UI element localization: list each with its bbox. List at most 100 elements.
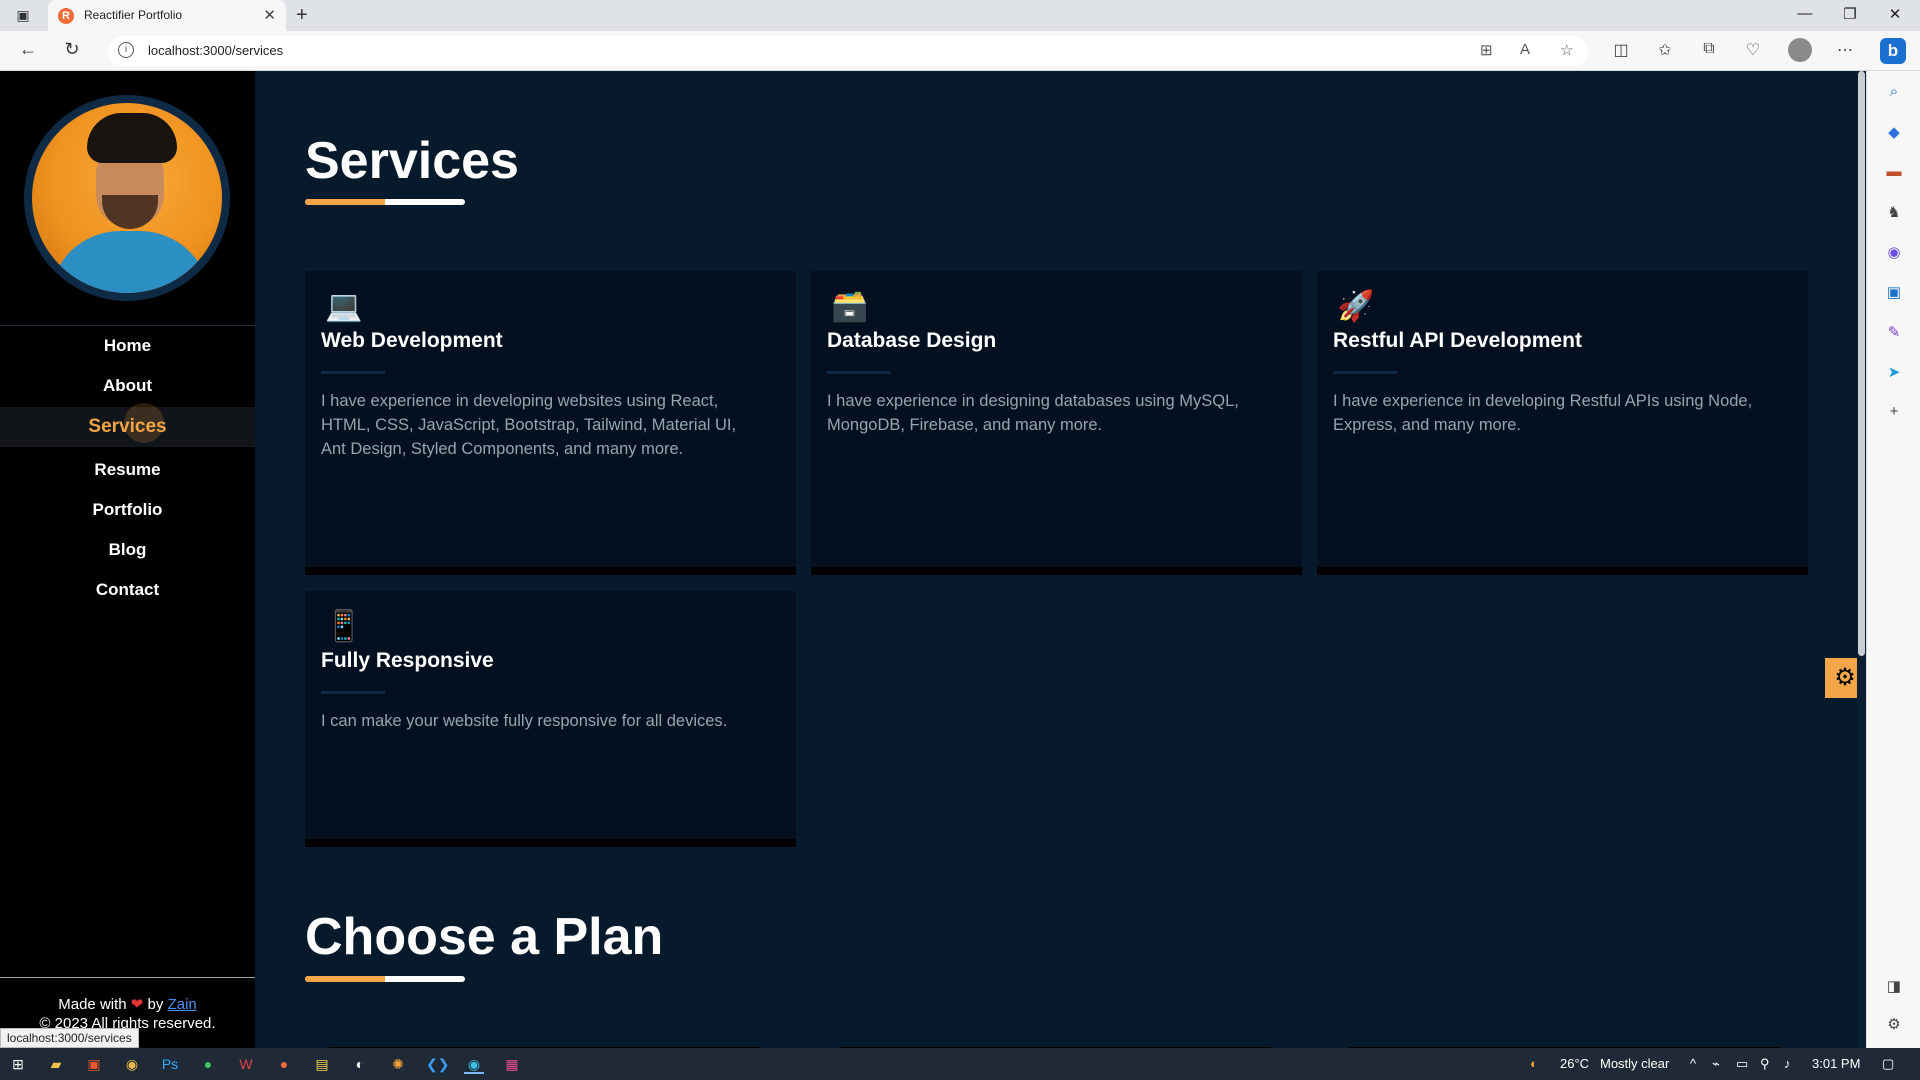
restore-icon[interactable]: ❐ bbox=[1835, 5, 1865, 23]
tab-actions-icon[interactable]: ▣ bbox=[12, 7, 34, 25]
notifications-icon[interactable]: ▢ bbox=[1882, 1056, 1894, 1072]
nav-home[interactable]: Home bbox=[0, 326, 255, 366]
service-card-description: I have experience in designing databases… bbox=[827, 392, 1239, 434]
avatar bbox=[32, 103, 222, 293]
service-card-database: 🗃️ Database Design I have experience in … bbox=[811, 271, 1302, 575]
nav-services-label: Services bbox=[88, 416, 167, 437]
spotify-icon[interactable]: ● bbox=[198, 1054, 218, 1074]
nav-blog[interactable]: Blog bbox=[0, 530, 255, 570]
browser-essentials-icon[interactable]: ♡ bbox=[1742, 40, 1764, 60]
nav-about[interactable]: About bbox=[0, 366, 255, 406]
footer-made-with: Made with bbox=[58, 996, 127, 1013]
mobile-icon: 📱 bbox=[325, 610, 363, 643]
add-sidebar-app-icon[interactable]: + bbox=[1884, 403, 1904, 420]
microsoft-365-icon[interactable]: ◉ bbox=[1884, 243, 1904, 261]
wifi-icon[interactable]: ⚲ bbox=[1760, 1056, 1770, 1072]
nav-contact[interactable]: Contact bbox=[0, 570, 255, 610]
site-info-icon[interactable]: i bbox=[118, 42, 134, 58]
sidebar-hide-icon[interactable]: ◨ bbox=[1884, 977, 1904, 995]
weather-text[interactable]: Mostly clear bbox=[1600, 1056, 1669, 1071]
service-card-title: Fully Responsive bbox=[321, 649, 494, 672]
service-card-api: 🚀 Restful API Development I have experie… bbox=[1317, 271, 1808, 575]
bing-chat-icon[interactable]: b bbox=[1880, 38, 1906, 64]
back-icon[interactable]: ← bbox=[16, 39, 40, 60]
service-card-divider bbox=[321, 371, 385, 374]
main-content: Services 💻 Web Development I have experi… bbox=[255, 71, 1866, 1048]
games-chess-icon[interactable]: ♞ bbox=[1884, 203, 1904, 221]
app-available-icon[interactable]: ⊞ bbox=[1480, 41, 1493, 59]
heart-icon: ❤ bbox=[130, 996, 144, 1013]
shopping-tag-icon[interactable]: ◆ bbox=[1884, 123, 1904, 141]
nav-portfolio[interactable]: Portfolio bbox=[0, 490, 255, 530]
services-title-underline bbox=[305, 199, 465, 205]
new-tab-button[interactable]: + bbox=[296, 4, 308, 27]
chrome-icon[interactable]: ◉ bbox=[122, 1054, 142, 1074]
service-card-description: I have experience in developing websites… bbox=[321, 392, 737, 458]
outlook-icon[interactable]: ▣ bbox=[1884, 283, 1904, 301]
profile-avatar[interactable] bbox=[1788, 38, 1812, 62]
browser-toolbar: ← ↻ i localhost:3000/services ⊞ A ☆ ◫ ✩ … bbox=[0, 31, 1920, 71]
edge-icon[interactable]: ◉ bbox=[464, 1054, 484, 1074]
service-card-description: I can make your website fully responsive… bbox=[321, 712, 728, 730]
address-url[interactable]: localhost:3000/services bbox=[148, 43, 283, 58]
service-card-web: 💻 Web Development I have experience in d… bbox=[305, 271, 796, 575]
collections-icon[interactable]: ⧉ bbox=[1698, 40, 1720, 58]
service-card-title: Web Development bbox=[321, 329, 503, 352]
app-icon[interactable]: ▦ bbox=[502, 1054, 522, 1074]
sidebar-settings-icon[interactable]: ⚙ bbox=[1884, 1015, 1904, 1033]
footer-credit: Made with ❤ by Zain bbox=[0, 995, 255, 1013]
volume-icon[interactable]: ♪ bbox=[1784, 1056, 1791, 1071]
window-close-icon[interactable]: ✕ bbox=[1880, 5, 1910, 23]
more-options-icon[interactable]: ⋯ bbox=[1834, 40, 1856, 60]
service-card-description: I have experience in developing Restful … bbox=[1333, 392, 1753, 434]
tray-overflow-icon[interactable]: ^ bbox=[1690, 1056, 1696, 1071]
app-icon[interactable]: ✺ bbox=[388, 1054, 408, 1074]
footer-divider bbox=[0, 977, 255, 978]
services-title: Services bbox=[305, 132, 519, 190]
split-screen-icon[interactable]: ◫ bbox=[1610, 40, 1632, 60]
designer-icon[interactable]: ✎ bbox=[1884, 323, 1904, 341]
notes-icon[interactable]: ▤ bbox=[312, 1054, 332, 1074]
avatar-frame bbox=[24, 95, 230, 301]
clock-time[interactable]: 3:01 PM bbox=[1812, 1056, 1860, 1071]
app-icon[interactable]: ▣ bbox=[84, 1054, 104, 1074]
footer-by: by bbox=[147, 996, 164, 1013]
service-card-divider bbox=[827, 371, 891, 374]
wps-office-icon[interactable]: W bbox=[236, 1054, 256, 1074]
nav-services[interactable]: Services bbox=[0, 403, 255, 447]
favicon-icon: R bbox=[58, 8, 74, 24]
nav-resume[interactable]: Resume bbox=[0, 450, 255, 490]
weather-temp[interactable]: 26°C bbox=[1560, 1056, 1589, 1071]
author-link[interactable]: Zain bbox=[168, 996, 197, 1013]
tab-title: Reactifier Portfolio bbox=[84, 8, 183, 22]
page-scrollbar[interactable] bbox=[1857, 71, 1866, 1048]
send-icon[interactable]: ➤ bbox=[1884, 363, 1904, 381]
postman-icon[interactable]: ● bbox=[274, 1054, 294, 1074]
start-windows-icon[interactable]: ⊞ bbox=[8, 1054, 28, 1074]
service-card-divider bbox=[1333, 371, 1397, 374]
network-icon[interactable]: ⌁ bbox=[1712, 1056, 1720, 1072]
minimize-icon[interactable]: — bbox=[1790, 5, 1820, 22]
address-bar[interactable]: i localhost:3000/services ⊞ A ☆ bbox=[108, 36, 1588, 66]
scrollbar-thumb[interactable] bbox=[1858, 71, 1865, 656]
vscode-icon[interactable]: ❮❯ bbox=[426, 1054, 449, 1074]
tools-briefcase-icon[interactable]: ▬ bbox=[1884, 163, 1904, 180]
photoshop-icon[interactable]: Ps bbox=[160, 1054, 180, 1074]
app-icon[interactable]: ◐ bbox=[350, 1054, 370, 1074]
browser-tab-bar: ▣ R Reactifier Portfolio ✕ + — ❐ ✕ bbox=[0, 0, 1920, 31]
refresh-icon[interactable]: ↻ bbox=[60, 39, 84, 60]
link-status-tooltip: localhost:3000/services bbox=[0, 1028, 139, 1048]
service-card-title: Database Design bbox=[827, 329, 997, 352]
read-aloud-icon[interactable]: A bbox=[1520, 41, 1530, 58]
weather-icon[interactable]: ◐ bbox=[1530, 1056, 1538, 1071]
service-card-title: Restful API Development bbox=[1333, 329, 1582, 352]
database-icon: 🗃️ bbox=[831, 290, 869, 323]
favorite-star-icon[interactable]: ☆ bbox=[1560, 41, 1573, 59]
file-explorer-icon[interactable]: ▰ bbox=[46, 1054, 66, 1074]
search-icon[interactable]: ⌕ bbox=[1884, 83, 1904, 100]
close-tab-icon[interactable]: ✕ bbox=[263, 6, 276, 24]
browser-tab[interactable]: R Reactifier Portfolio ✕ bbox=[48, 0, 286, 31]
service-card-divider bbox=[321, 691, 385, 694]
favorites-icon[interactable]: ✩ bbox=[1654, 40, 1676, 60]
display-icon[interactable]: ▭ bbox=[1736, 1056, 1748, 1072]
